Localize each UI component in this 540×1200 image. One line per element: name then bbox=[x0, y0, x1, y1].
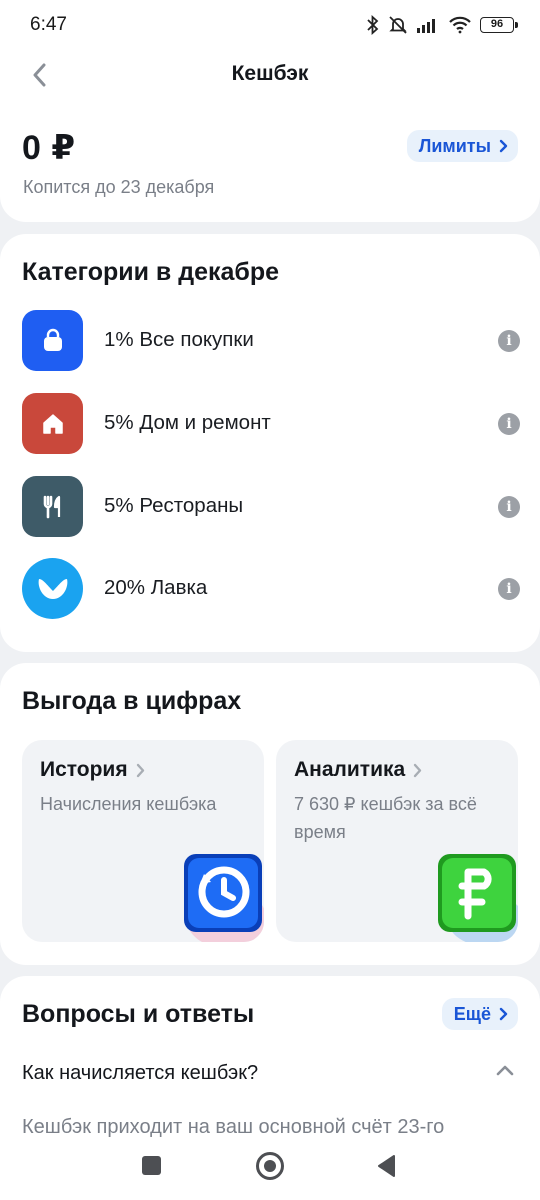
navigation-bar: Кешбэк bbox=[0, 50, 540, 100]
history-title-text: История bbox=[40, 758, 128, 781]
chevron-right-icon bbox=[136, 763, 144, 777]
cashback-balance: 0 ₽ bbox=[22, 129, 76, 167]
analytics-subtitle: 7 630 ₽ кешбэк за всё время bbox=[294, 794, 477, 842]
benefits-title: Выгода в цифрах bbox=[22, 687, 242, 715]
analytics-title-text: Аналитика bbox=[294, 758, 406, 781]
history-subtitle: Начисления кешбэка bbox=[40, 794, 217, 814]
category-row-home-repair[interactable]: 5% Дом и ремонт i bbox=[22, 393, 520, 455]
category-row-lavka[interactable]: 20% Лавка i bbox=[22, 558, 520, 620]
status-time: 6:47 bbox=[30, 14, 67, 35]
cutlery-icon bbox=[22, 476, 83, 537]
categories-card: Категории в декабре 1% Все покупки i 5% … bbox=[0, 234, 540, 652]
accumulate-date-text: Копится до 23 декабря bbox=[23, 177, 215, 197]
history-clock-icon bbox=[184, 854, 264, 942]
shopping-bag-icon bbox=[22, 310, 83, 371]
category-label: 20% Лавка bbox=[104, 576, 208, 599]
ruble-cash-icon bbox=[438, 854, 518, 942]
cashback-summary-card: Кешбэк 0 ₽ Копится до 23 декабря Лимиты bbox=[0, 50, 540, 222]
faq-answer: Кешбэк приходит на ваш основной счёт 23-… bbox=[22, 1116, 445, 1138]
chevron-right-icon bbox=[499, 139, 508, 153]
faq-title: Вопросы и ответы bbox=[22, 1000, 255, 1028]
chevron-right-icon bbox=[499, 1007, 508, 1021]
info-icon[interactable]: i bbox=[498, 330, 520, 352]
chevron-right-icon bbox=[413, 763, 422, 777]
analytics-tile[interactable]: Аналитика 7 630 ₽ кешбэк за всё время bbox=[276, 740, 518, 942]
system-navigation-bar bbox=[0, 1140, 540, 1200]
limits-label: Лимиты bbox=[418, 135, 491, 156]
faq-question[interactable]: Как начисляется кешбэк? bbox=[22, 1062, 258, 1085]
wifi-icon bbox=[449, 16, 471, 34]
bluetooth-icon bbox=[367, 15, 379, 35]
history-tile[interactable]: История Начисления кешбэка bbox=[22, 740, 264, 942]
category-row-restaurants[interactable]: 5% Рестораны i bbox=[22, 476, 520, 538]
category-label: 5% Рестораны bbox=[104, 494, 244, 517]
limits-button[interactable]: Лимиты bbox=[406, 130, 518, 162]
benefits-card: Выгода в цифрах История Начисления кешбэ… bbox=[0, 663, 540, 965]
more-button[interactable]: Ещё bbox=[441, 998, 518, 1030]
status-icons: 96 bbox=[366, 15, 518, 35]
history-title: История bbox=[40, 758, 145, 782]
more-label: Ещё bbox=[453, 1003, 491, 1024]
category-label: 5% Дом и ремонт bbox=[104, 411, 271, 434]
battery-indicator: 96 bbox=[480, 17, 518, 33]
info-icon[interactable]: i bbox=[498, 496, 520, 518]
info-icon[interactable]: i bbox=[498, 578, 520, 600]
categories-title: Категории в декабре bbox=[22, 258, 280, 286]
signal-icon bbox=[417, 19, 435, 33]
home-button[interactable] bbox=[256, 1152, 284, 1180]
analytics-title: Аналитика bbox=[294, 758, 422, 782]
category-row-all-purchases[interactable]: 1% Все покупки i bbox=[22, 310, 520, 372]
lavka-logo-icon bbox=[22, 558, 83, 619]
back-triangle-icon[interactable] bbox=[376, 1154, 396, 1178]
page-title: Кешбэк bbox=[231, 62, 309, 85]
chevron-up-icon[interactable] bbox=[496, 1064, 514, 1076]
recent-apps-button[interactable] bbox=[142, 1156, 161, 1175]
info-icon[interactable]: i bbox=[498, 413, 520, 435]
house-icon bbox=[22, 393, 83, 454]
status-bar: 6:47 96 bbox=[0, 0, 540, 50]
category-label: 1% Все покупки bbox=[104, 328, 254, 351]
bell-muted-icon bbox=[389, 16, 407, 34]
